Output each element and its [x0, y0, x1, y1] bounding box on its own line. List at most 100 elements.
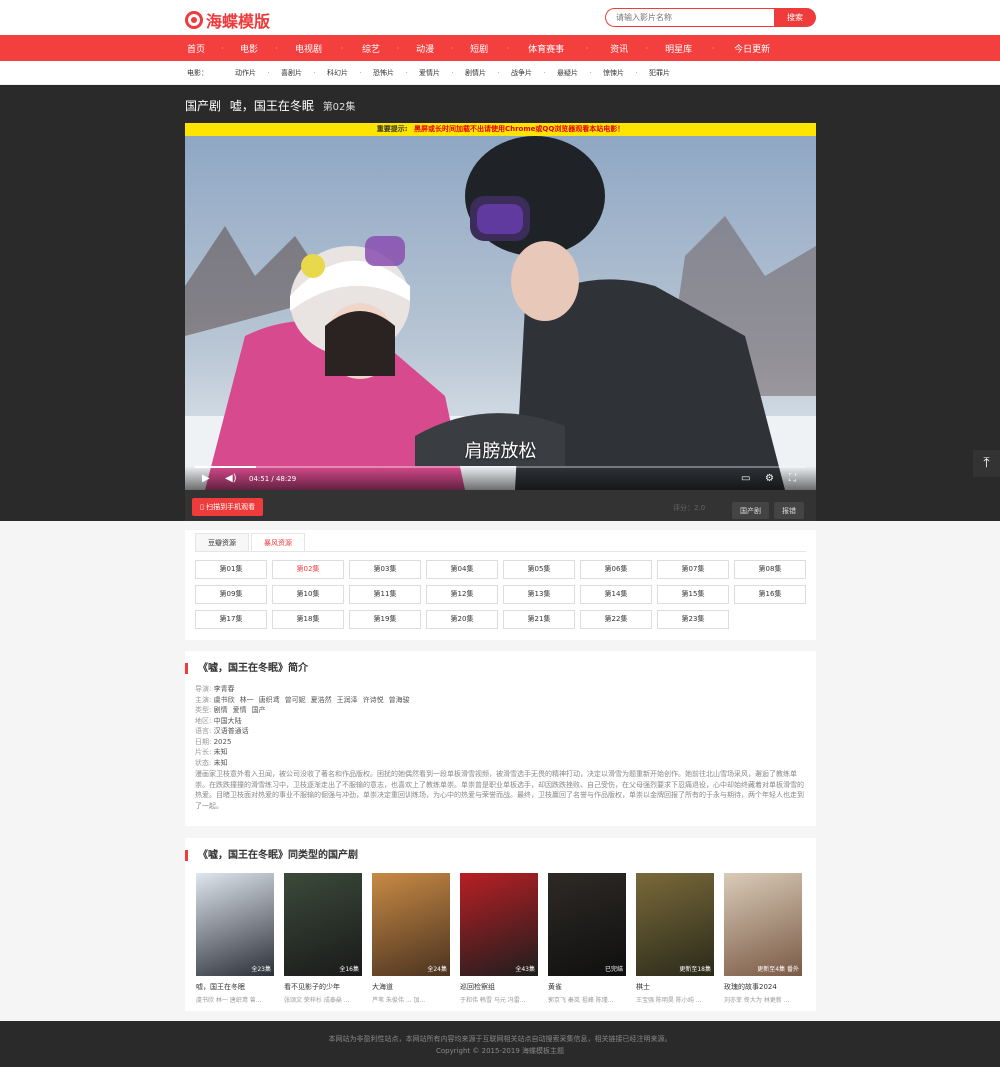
card-title[interactable]: 黄雀 — [548, 982, 626, 992]
episode-button[interactable]: 第17集 — [195, 610, 267, 629]
subnav-item[interactable]: 爱情片 — [419, 68, 440, 78]
search-button[interactable]: 搜索 — [774, 8, 816, 27]
similar-card[interactable]: 全23集 嘘，国王在冬眠 虞书欣 林一 唐织鸢 曾... — [196, 873, 274, 1004]
nav-item[interactable]: 体育赛事 — [528, 42, 564, 55]
episode-button[interactable]: 第14集 — [580, 585, 652, 604]
cast-link[interactable]: 许诗悦 — [363, 696, 384, 704]
episode-button[interactable]: 第07集 — [657, 560, 729, 579]
play-icon[interactable]: ▶ — [202, 473, 210, 484]
episode-button[interactable]: 第23集 — [657, 610, 729, 629]
nav-item[interactable]: 今日更新 — [734, 42, 770, 55]
back-to-top-button[interactable]: ⤒ — [973, 450, 1000, 477]
report-error-button[interactable]: 报错 — [774, 502, 804, 519]
card-title[interactable]: 玫瑰的故事2024 — [724, 982, 802, 992]
episode-button[interactable]: 第03集 — [349, 560, 421, 579]
director-link[interactable]: 李青春 — [214, 685, 235, 693]
nav-item[interactable]: 资讯 — [610, 42, 628, 55]
source-tab[interactable]: 豆瓣资源 — [195, 533, 249, 552]
site-logo[interactable]: 海蝶模版 — [185, 8, 270, 32]
nav-item[interactable]: 电视剧 — [295, 42, 322, 55]
episode-button[interactable]: 第06集 — [580, 560, 652, 579]
fullscreen-icon[interactable]: ⛶ — [789, 473, 796, 484]
nav-item[interactable]: 电影 — [240, 42, 258, 55]
similar-card[interactable]: 全24集 大海道 芦苇 朱俊伟 ... 加... — [372, 873, 450, 1004]
episode-button[interactable]: 第19集 — [349, 610, 421, 629]
subnav-item[interactable]: 科幻片 — [327, 68, 348, 78]
subnav-item[interactable]: 喜剧片 — [281, 68, 302, 78]
similar-title: 《嘘，国王在冬眠》同类型的国产剧 — [185, 850, 358, 861]
cast-link[interactable]: 王润泽 — [337, 696, 358, 704]
settings-gear-icon[interactable]: ⚙ — [765, 473, 774, 484]
search-input[interactable] — [605, 8, 774, 27]
airplay-icon[interactable]: ▭ — [741, 473, 750, 484]
subnav-item[interactable]: 犯罪片 — [649, 68, 670, 78]
episode-button[interactable]: 第04集 — [426, 560, 498, 579]
card-cast: 张颂文 荣梓杉 成泰燊 ... — [284, 997, 350, 1004]
card-title[interactable]: 大海道 — [372, 982, 450, 992]
episode-button[interactable]: 第22集 — [580, 610, 652, 629]
episode-button[interactable]: 第11集 — [349, 585, 421, 604]
episode-button[interactable]: 第10集 — [272, 585, 344, 604]
subnav-item[interactable]: 悬疑片 — [557, 68, 578, 78]
episode-button[interactable]: 第09集 — [195, 585, 267, 604]
progress-bar[interactable] — [195, 466, 806, 468]
card-title[interactable]: 棋士 — [636, 982, 714, 992]
similar-card[interactable]: 更新至4集 番外 玫瑰的故事2024 刘亦菲 佟大为 林更新 ... — [724, 873, 802, 1004]
episode-button[interactable]: 第05集 — [503, 560, 575, 579]
episode-button[interactable]: 第01集 — [195, 560, 267, 579]
subnav-item[interactable]: 剧情片 — [465, 68, 486, 78]
nav-item[interactable]: 短剧 — [470, 42, 488, 55]
card-title[interactable]: 嘘，国王在冬眠 — [196, 982, 274, 992]
poster-image[interactable]: 更新至18集 — [636, 873, 714, 976]
subnav-separator: · — [359, 68, 362, 77]
genre-list: 剧情 爱情 国产 — [214, 706, 271, 714]
subnav-item[interactable]: 惊悚片 — [603, 68, 624, 78]
source-tab[interactable]: 暴风资源 — [251, 533, 305, 552]
episode-button[interactable]: 第12集 — [426, 585, 498, 604]
poster-image[interactable]: 已完结 — [548, 873, 626, 976]
volume-icon[interactable]: ◀) — [225, 473, 237, 484]
card-title[interactable]: 巡回检察组 — [460, 982, 538, 992]
nav-item[interactable]: 综艺 — [362, 42, 380, 55]
subnav-separator: · — [451, 68, 454, 77]
cast-link[interactable]: 林一 — [240, 696, 254, 704]
episode-button[interactable]: 第02集 — [272, 560, 344, 579]
genre-link[interactable]: 爱情 — [233, 706, 247, 714]
episode-button[interactable]: 第15集 — [657, 585, 729, 604]
similar-card[interactable]: 全16集看不见影子的少年 张颂文 荣梓杉 成泰燊 ... — [284, 873, 362, 1004]
poster-image[interactable]: 全43集 — [460, 873, 538, 976]
category-button[interactable]: 国产剧 — [732, 502, 769, 519]
poster-image[interactable]: 更新至4集 番外 — [724, 873, 802, 976]
similar-card[interactable]: 更新至18集 棋士 王宝强 陈明昊 陈小纯 ... — [636, 873, 714, 1004]
subnav-item[interactable]: 动作片 — [235, 68, 256, 78]
cast-link[interactable]: 曾海骏 — [389, 696, 410, 704]
genre-link[interactable]: 国产 — [252, 706, 266, 714]
poster-image[interactable]: 全24集 — [372, 873, 450, 976]
cast-link[interactable]: 唐织鸢 — [259, 696, 280, 704]
notice-bar: 重要提示: 黑屏或长时间加载不出请使用Chrome或QQ浏览器观看本站电影！ — [185, 123, 816, 136]
nav-item[interactable]: 明星库 — [665, 42, 692, 55]
similar-card[interactable]: 全43集 巡回检察组 于和伟 韩雪 马元 冯雷... — [460, 873, 538, 1004]
cast-link[interactable]: 夏浩然 — [311, 696, 332, 704]
episode-button[interactable]: 第20集 — [426, 610, 498, 629]
genre-link[interactable]: 剧情 — [214, 706, 228, 714]
nav-item[interactable]: 首页 — [187, 42, 205, 55]
episode-button[interactable]: 第08集 — [734, 560, 806, 579]
subnav-item[interactable]: 恐怖片 — [373, 68, 394, 78]
episode-button[interactable]: 第16集 — [734, 585, 806, 604]
episode-button[interactable]: 第21集 — [503, 610, 575, 629]
nav-item[interactable]: 动漫 — [416, 42, 434, 55]
poster-image[interactable]: 全23集 — [196, 873, 274, 976]
subnav-item[interactable]: 战争片 — [511, 68, 532, 78]
episode-button[interactable]: 第18集 — [272, 610, 344, 629]
episode-badge: 已完结 — [604, 966, 623, 973]
cast-link[interactable]: 曾可妮 — [285, 696, 306, 704]
scan-to-phone-button[interactable]: ▯ 扫描到手机观看 — [192, 498, 264, 516]
similar-card[interactable]: 已完结 黄雀 郭京飞 秦岚 祖峰 陈瑾... — [548, 873, 626, 1004]
video-player[interactable]: 肩膀放松 ▶ ◀) 04:51 / 48:29 ▭ ⚙ ⛶ — [185, 136, 816, 490]
subnav-separator: · — [313, 68, 316, 77]
poster-image[interactable]: 全16集 — [284, 873, 362, 976]
cast-link[interactable]: 虞书欣 — [214, 696, 235, 704]
episode-button[interactable]: 第13集 — [503, 585, 575, 604]
card-title[interactable]: 看不见影子的少年 — [284, 982, 362, 992]
